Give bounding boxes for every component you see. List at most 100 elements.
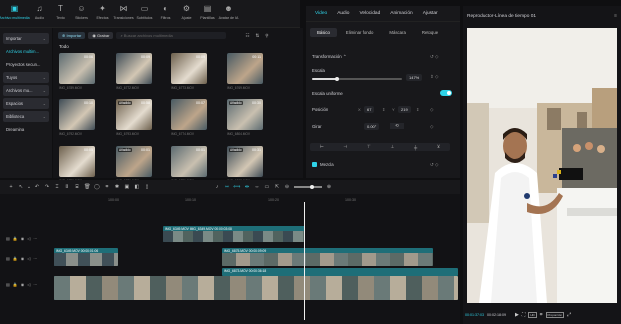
speed-icon[interactable]: ◧ [132,184,142,190]
zoom-in-icon[interactable]: ⊕ [324,184,334,190]
ratio-button[interactable]: Proporción [545,312,565,318]
subtab-2[interactable]: Máscara [382,28,412,37]
media-thumbnail[interactable]: 00:31 Añadido [227,146,263,177]
fullscreen-icon[interactable]: ⛶ [522,312,526,318]
toolbar-text[interactable]: T Texto [52,5,70,21]
snap-icon[interactable]: ⇹ [242,184,252,190]
uniform-scale-toggle[interactable] [440,90,452,96]
pos-x-field[interactable]: 67 [364,106,375,113]
media-thumbnail[interactable]: 00:09 [171,53,207,84]
preview-axis-icon[interactable]: ⇔ [252,184,262,190]
delete-icon[interactable]: 🗑 [82,184,92,190]
tab-1[interactable]: Audio [332,11,354,16]
split-icon[interactable]: ⌶ [52,184,62,191]
mic-icon[interactable]: ♪ [212,184,222,190]
split-right-icon[interactable]: ⌸ [72,184,82,191]
rotate-field[interactable]: 0.00° [364,123,380,130]
align-center-icon[interactable]: ⊣ [343,144,347,150]
freeze-icon[interactable]: ▣ [122,184,132,190]
toolbar-sticker[interactable]: ☺ Stickers [73,5,91,21]
media-thumbnail[interactable]: 00:05 [59,146,95,177]
crop-icon[interactable]: ⌗ [540,312,543,318]
media-thumbnail[interactable]: 00:09 [116,53,152,84]
tab-4[interactable]: Ajustar [418,11,443,16]
list-sort-icon[interactable]: ⇅ [255,33,259,39]
auto-icon[interactable]: ✱ [112,184,122,190]
sidebar-item[interactable]: Archivos multim... [3,46,49,57]
subtab-1[interactable]: Eliminar fondo [339,28,380,37]
menu-icon[interactable]: ≡ [614,13,617,19]
pos-x-stepper-icon[interactable]: ⇕ [382,107,385,112]
pos-y-field[interactable]: 219 [398,106,411,113]
tab-0[interactable]: Video [310,11,332,16]
toolbar-subtitles[interactable]: ▭ Subtítulos [136,5,154,21]
sidebar-item[interactable]: Biblioteca ⌄ [3,111,49,122]
redo-icon[interactable]: ↷ [42,184,52,190]
media-thumbnail[interactable]: 00:07 [171,99,207,130]
timeline-clip[interactable]: IMG_6873.MOV 00:00:36:18 [222,268,458,276]
filter-all-label[interactable]: Todo [59,44,69,49]
mix-reset-icon[interactable]: ↺ ◇ [430,162,438,168]
timeline-clip[interactable]: IMG_6875.MOV 00:00:09:09 [222,248,433,266]
filter-icon[interactable]: ⚲ [265,33,268,39]
toolbar-audio[interactable]: ♫ Audio [31,5,49,21]
scale-slider-knob[interactable] [335,76,340,81]
sidebar-item[interactable]: Proyectos secun... [3,59,49,70]
search-input[interactable]: ⌕ Buscar archivos multimedia [116,32,227,39]
undo-icon[interactable]: ↶ [32,184,42,190]
align-left-icon[interactable]: ⊢ [320,144,324,150]
toolbar-adjust[interactable]: ⚙ Ajuste [178,5,196,21]
sidebar-item[interactable]: Importar ⌄ [3,33,49,44]
reset-icon[interactable]: ↺ ◇ [430,54,438,60]
record-button[interactable]: ◉ Grabar [88,32,114,39]
sidebar-item[interactable]: Dreamina [3,124,49,135]
position-keyframe-icon[interactable]: ◇ [430,107,433,113]
audio-icon[interactable]: ◁ [27,236,30,241]
zoom-slider-knob[interactable] [310,184,314,189]
eye-icon[interactable]: ◉ [21,282,25,287]
transform-header[interactable]: Transformación ⌃ [312,54,347,60]
more-dots-icon[interactable]: ⋯ [33,282,37,287]
lock-icon[interactable]: 🔒 [13,236,18,241]
zoom-fit-icon[interactable]: ⇱ [272,184,282,190]
zoom-out-icon[interactable]: ⊖ [282,184,292,190]
subtab-3[interactable]: Retoque [415,28,445,37]
split-left-icon[interactable]: ⌷ [62,184,72,191]
toolbar-media[interactable]: ▣ Archivo multimedia [0,5,30,21]
lock-icon[interactable]: 🔒 [13,256,18,261]
play-icon[interactable]: ▶ [515,312,519,318]
quality-icon[interactable]: HD [528,312,537,318]
rotate-keyframe-icon[interactable]: ◇ [430,124,433,130]
crop-tool-icon[interactable]: ⌗ [102,184,112,191]
tab-2[interactable]: Velocidad [354,11,385,16]
add-track-icon[interactable]: + [6,184,16,190]
media-thumbnail[interactable]: 00:01 Añadido [116,146,152,177]
tab-3[interactable]: Animación [385,11,417,16]
toolbar-transitions[interactable]: ⋈ Transiciones [113,5,133,21]
align-right-icon[interactable]: ⊤ [367,144,371,150]
scale-stepper-icon[interactable]: ⇕ ◇ [430,74,438,80]
eye-icon[interactable]: ◉ [21,256,25,261]
media-thumbnail[interactable]: 00:06 [59,53,95,84]
more-dots-icon[interactable]: ⋯ [33,236,37,241]
playhead[interactable] [304,202,305,320]
mask-icon[interactable]: ◯ [92,184,102,190]
sort-icon[interactable]: ☷ [245,33,249,39]
toolbar-ai-avatar[interactable]: ☻ Avatar de IA [219,5,239,21]
timeline-clip[interactable]: IMG_6349.MOV IMG_6349.MOV 00:00:03:08 [163,226,305,242]
more-dots-icon[interactable]: ⋯ [33,256,37,261]
caption-icon[interactable]: ▭ [262,184,272,190]
toolbar-filters[interactable]: ◐ Filtros [157,5,175,21]
toolbar-effects[interactable]: ✦ Efectos [94,5,112,21]
import-button[interactable]: ⊕ Importar [58,32,86,39]
sidebar-item[interactable]: Espacios ⌄ [3,98,49,109]
magnet-icon[interactable]: ⟺ [232,184,242,190]
link-icon[interactable]: ⇿ [222,184,232,190]
sidebar-item[interactable]: Tuyos ⌄ [3,72,49,83]
rotate-reset-button[interactable]: ⟲ [390,123,404,129]
toolbar-templates[interactable]: ▤ Plantillas [199,5,217,21]
subtab-0[interactable]: Básico [310,28,337,37]
mix-checkbox[interactable] [312,162,317,167]
audio-icon[interactable]: ◁ [27,256,30,261]
timeline-clip[interactable]: IMG_6349.MOV 00:00:01:06 [54,248,118,266]
